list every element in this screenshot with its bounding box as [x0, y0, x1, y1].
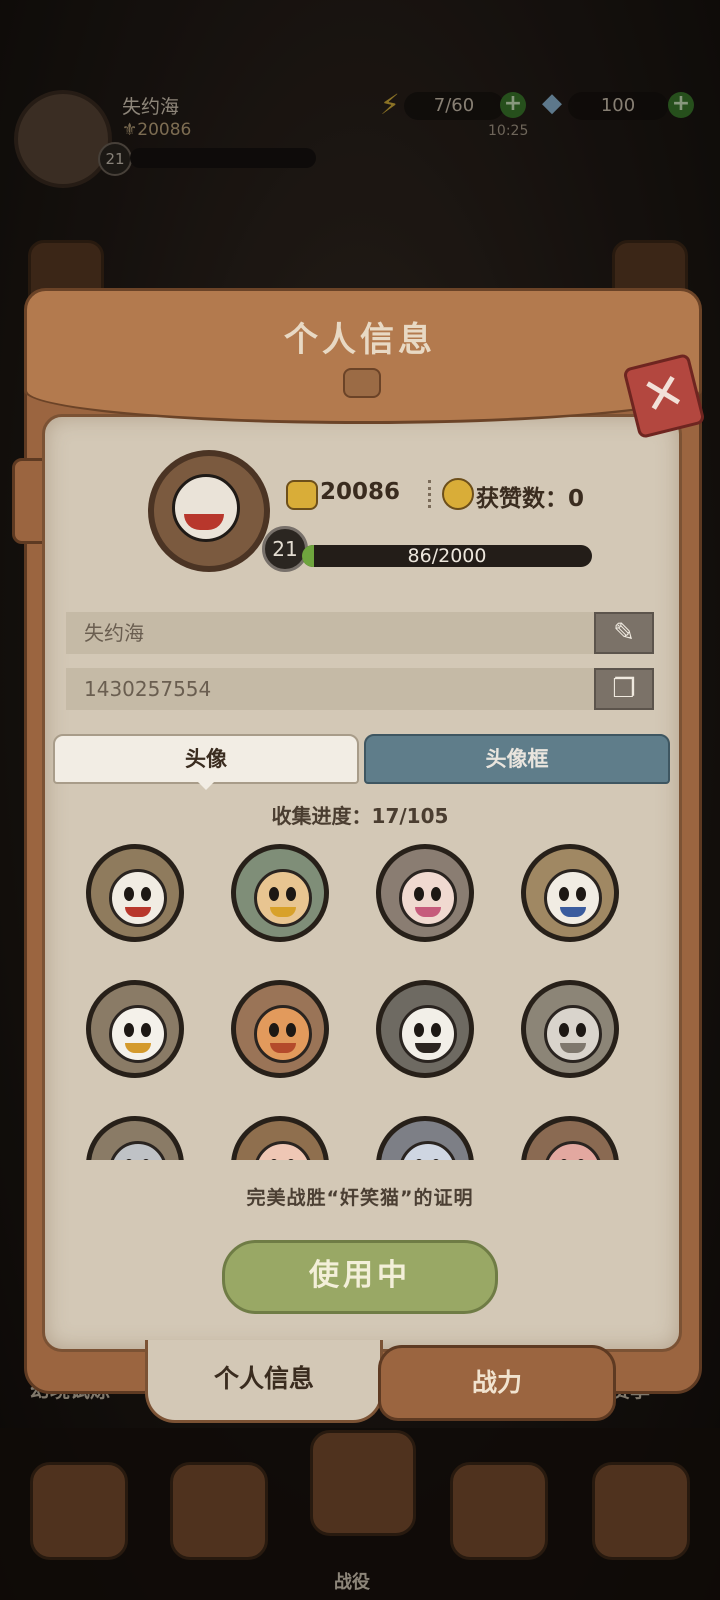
eye-icon	[269, 1023, 279, 1037]
avatar-option[interactable]	[521, 1116, 619, 1160]
profile-likes: 获赞数：0	[476, 486, 585, 512]
eye-icon	[269, 887, 279, 901]
eye-icon	[576, 887, 586, 901]
edit-pencil-icon: ✎	[613, 618, 635, 648]
panel-title: 个人信息	[284, 320, 436, 360]
avatar-face-icon	[109, 869, 167, 927]
avatar-description: 完美战胜“奸笑猫”的证明	[246, 1187, 474, 1209]
coin-fist-icon	[286, 480, 318, 510]
thumbs-up-icon	[442, 478, 474, 510]
copy-id-button[interactable]: ❐	[594, 668, 654, 710]
avatar-face-icon	[254, 1141, 312, 1160]
tab-avatar[interactable]: 头像	[53, 734, 359, 784]
profile-coins: 20086	[320, 479, 401, 505]
flap-clasp-icon	[343, 368, 381, 398]
avatar-grid	[60, 844, 660, 1160]
eye-icon	[576, 1023, 586, 1037]
avatar-face-icon	[399, 869, 457, 927]
eye-icon	[559, 1023, 569, 1037]
avatar-option[interactable]	[521, 844, 619, 942]
divider	[428, 480, 435, 508]
avatar-face-icon	[109, 1005, 167, 1063]
tab-combat-power[interactable]: 战力	[378, 1345, 616, 1421]
copy-icon: ❐	[612, 674, 636, 704]
profile-xp-text: 86/2000	[407, 545, 487, 567]
avatar-face-icon	[544, 1141, 602, 1160]
eye-icon	[141, 887, 151, 901]
avatar-option[interactable]	[521, 980, 619, 1078]
avatar-option[interactable]	[86, 1116, 184, 1160]
avatar-option[interactable]	[376, 980, 474, 1078]
name-field: 失约海	[66, 612, 654, 654]
avatar-option[interactable]	[86, 844, 184, 942]
eye-icon	[414, 1023, 424, 1037]
avatar-face-icon	[254, 1005, 312, 1063]
profile-avatar[interactable]	[148, 450, 270, 572]
collection-progress: 收集进度：17/105	[271, 804, 449, 828]
id-field: 1430257554	[66, 668, 654, 710]
active-tab-pointer	[194, 778, 218, 790]
avatar-face-icon	[109, 1141, 167, 1160]
tab-personal-info[interactable]: 个人信息	[145, 1340, 383, 1423]
eye-icon	[124, 887, 134, 901]
eye-icon	[286, 1023, 296, 1037]
avatar-option[interactable]	[376, 844, 474, 942]
in-use-button[interactable]: 使用中	[222, 1240, 498, 1314]
avatar-option[interactable]	[231, 1116, 329, 1160]
eye-icon	[414, 887, 424, 901]
avatar-face-icon	[544, 869, 602, 927]
avatar-face-icon	[254, 869, 312, 927]
avatar-option[interactable]	[86, 980, 184, 1078]
avatar-option[interactable]	[376, 1116, 474, 1160]
tab-avatar-frame[interactable]: 头像框	[364, 734, 670, 784]
avatar-face-icon	[544, 1005, 602, 1063]
eye-icon	[286, 887, 296, 901]
eye-icon	[141, 1023, 151, 1037]
avatar-face-icon	[399, 1141, 457, 1160]
eye-icon	[431, 887, 441, 901]
edit-name-button[interactable]: ✎	[594, 612, 654, 654]
avatar-option[interactable]	[231, 844, 329, 942]
avatar-face-icon	[172, 474, 240, 542]
profile-xp-bar: 86/2000	[302, 545, 592, 567]
avatar-option[interactable]	[231, 980, 329, 1078]
eye-icon	[559, 887, 569, 901]
eye-icon	[124, 1023, 134, 1037]
eye-icon	[431, 1023, 441, 1037]
avatar-face-icon	[399, 1005, 457, 1063]
